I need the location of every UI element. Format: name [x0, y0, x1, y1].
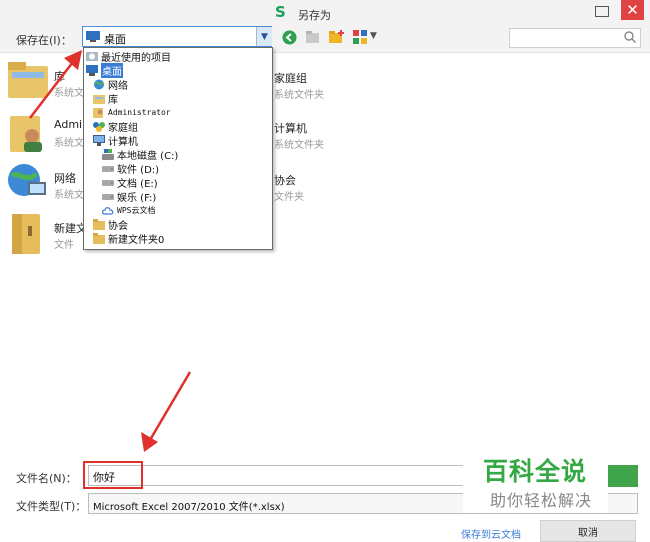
search-input[interactable] — [509, 28, 641, 48]
location-dropdown-list: 最近使用的项目 桌面 网络 库 Administrator 家庭组 计算机 本地… — [83, 47, 273, 250]
dropdown-item-label: Administrator — [108, 107, 171, 117]
dropdown-item-drive-f[interactable]: 娱乐 (F:) — [102, 189, 157, 204]
new-folder-icon — [329, 30, 344, 43]
dropdown-item-library[interactable]: 库 — [93, 91, 118, 106]
dropdown-item-drive-e[interactable]: 文档 (E:) — [102, 175, 158, 190]
drive-icon — [102, 193, 114, 200]
folder-icon — [93, 218, 105, 230]
file-name[interactable]: 库 — [54, 68, 65, 84]
file-name[interactable]: 计算机 — [274, 120, 307, 136]
drive-icon — [102, 179, 114, 186]
cancel-label: 取消 — [578, 527, 598, 539]
file-type: 系统文 — [54, 190, 84, 201]
dropdown-item-label: 最近使用的项目 — [101, 52, 171, 64]
desktop-icon — [86, 64, 98, 76]
dropdown-item-label: 本地磁盘 (C:) — [117, 150, 179, 162]
dialog-title: 另存为 — [298, 9, 331, 22]
dropdown-item-wps-cloud[interactable]: WPS云文档 — [102, 203, 155, 217]
maximize-icon — [595, 5, 609, 17]
library-folder-icon — [8, 62, 48, 98]
chevron-down-icon[interactable]: ▼ — [256, 27, 272, 46]
file-type: 系统文件夹 — [274, 90, 324, 101]
filetype-label: 文件类型(T)： — [16, 500, 87, 513]
dropdown-item-label: 文档 (E:) — [117, 178, 158, 190]
file-type: 系统文 — [54, 138, 84, 149]
library-icon — [93, 94, 105, 104]
arrow-to-filename — [141, 371, 192, 452]
dropdown-item-label: 娱乐 (F:) — [117, 192, 157, 204]
dropdown-item-label: 库 — [108, 94, 118, 106]
desktop-icon — [86, 31, 100, 42]
folder-icon — [12, 214, 40, 254]
dropdown-item-label: 协会 — [108, 220, 128, 232]
dropdown-item-administrator[interactable]: Administrator — [93, 105, 171, 119]
new-folder-button[interactable] — [329, 29, 345, 45]
drive-icon — [102, 165, 114, 172]
folder-icon — [93, 232, 105, 244]
cancel-button[interactable]: 取消 — [540, 520, 636, 542]
save-in-label: 保存在(I)： — [16, 34, 72, 47]
dropdown-item-recent[interactable]: 最近使用的项目 — [86, 49, 171, 64]
annotation-highlight-box — [83, 461, 143, 489]
file-name[interactable]: 网络 — [54, 170, 76, 186]
user-icon — [93, 107, 103, 118]
maximize-button[interactable] — [592, 2, 612, 20]
search-icon[interactable] — [624, 31, 636, 43]
cloud-icon — [102, 206, 114, 215]
watermark-subtitle: 助你轻松解决 — [490, 491, 593, 510]
computer-icon — [93, 134, 105, 146]
wps-logo-icon: S — [275, 3, 286, 21]
recent-items-icon — [86, 51, 98, 61]
dropdown-item-homegroup[interactable]: 家庭组 — [93, 119, 138, 134]
homegroup-icon — [93, 121, 105, 132]
dropdown-item-label: 软件 (D:) — [117, 164, 160, 176]
local-disk-icon — [102, 148, 114, 160]
view-grid-icon — [353, 30, 367, 44]
filetype-value: Microsoft Excel 2007/2010 文件(*.xlsx) — [93, 502, 285, 513]
dropdown-item-label: 计算机 — [108, 136, 138, 148]
dropdown-item-drive-d[interactable]: 软件 (D:) — [102, 161, 160, 176]
dropdown-item-drive-c[interactable]: 本地磁盘 (C:) — [102, 147, 179, 162]
up-folder-button[interactable] — [304, 29, 320, 45]
file-name[interactable]: 协会 — [274, 172, 296, 188]
dropdown-item-new-folder[interactable]: 新建文件夹0 — [93, 231, 165, 246]
dropdown-item-label: 桌面 — [101, 62, 123, 78]
up-folder-icon — [305, 31, 319, 43]
save-to-cloud-link[interactable]: 保存到云文档 — [461, 526, 521, 541]
file-name[interactable]: 家庭组 — [274, 70, 307, 86]
file-type: 文件 — [54, 240, 74, 251]
user-folder-icon — [10, 116, 42, 152]
dropdown-item-label: 新建文件夹0 — [108, 234, 165, 246]
file-name[interactable]: Admi — [54, 118, 82, 131]
back-arrow-icon — [282, 30, 296, 44]
file-type: 系统文件夹 — [274, 140, 324, 151]
dropdown-item-xiehui[interactable]: 协会 — [93, 217, 128, 232]
close-button[interactable]: ✕ — [621, 0, 644, 20]
view-dropdown-arrow-icon[interactable]: ▼ — [370, 31, 377, 41]
dropdown-item-label: 网络 — [108, 80, 128, 92]
view-menu-button[interactable] — [352, 29, 368, 45]
watermark-title: 百科全说 — [483, 457, 588, 486]
filename-label: 文件名(N)： — [16, 472, 77, 485]
back-button[interactable] — [281, 29, 297, 45]
file-type: 文件夹 — [274, 192, 304, 203]
dropdown-item-network[interactable]: 网络 — [93, 77, 128, 92]
close-icon: ✕ — [626, 1, 639, 19]
dropdown-item-label: 家庭组 — [108, 122, 138, 134]
network-globe-icon — [8, 164, 46, 196]
network-icon — [94, 79, 104, 89]
dropdown-item-desktop[interactable]: 桌面 — [86, 62, 123, 78]
dropdown-item-label: WPS云文档 — [117, 205, 156, 215]
dropdown-item-computer[interactable]: 计算机 — [93, 133, 138, 148]
location-value: 桌面 — [104, 33, 126, 46]
